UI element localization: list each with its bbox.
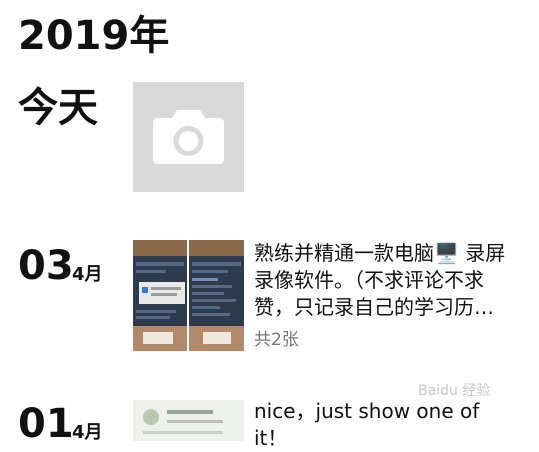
photo-thumbnail[interactable] [133, 240, 187, 351]
screenshot-thumbnail-image [133, 240, 187, 351]
today-heading: 今天 [18, 85, 98, 131]
year-heading: 2019年 [18, 13, 170, 59]
entry-month: 4月 [72, 422, 103, 443]
camera-icon [153, 110, 224, 164]
screenshot-thumbnail-image [189, 240, 244, 351]
screenshot-thumbnail-image [133, 400, 244, 441]
photo-thumbnail[interactable] [133, 400, 244, 441]
add-photo-tile[interactable] [133, 82, 244, 192]
watermark: Baidu 经验 [418, 383, 491, 399]
photo-count: 共2张 [254, 330, 299, 350]
entry-text: nice，just show one of it！ [254, 399, 480, 450]
entry-day: 03 [18, 243, 74, 289]
photo-thumbnail[interactable] [189, 240, 244, 351]
entry-text: 熟练并精通一款电脑🖥️ 录屏录像软件。（不求评论不求赞，只记录自己的学习历… [254, 241, 506, 319]
entry-month: 4月 [72, 264, 103, 285]
entry-day: 01 [18, 401, 74, 447]
